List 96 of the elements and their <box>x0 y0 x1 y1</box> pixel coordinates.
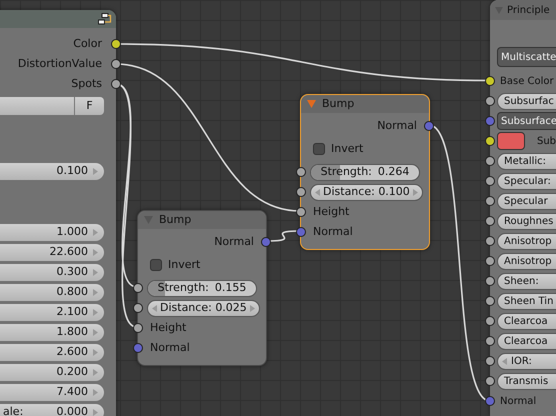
number-field[interactable]: IOR: <box>497 352 556 370</box>
node-socket[interactable] <box>485 156 495 166</box>
input-label: Normal <box>150 340 190 356</box>
dropdown[interactable]: Multiscatte <box>497 47 556 67</box>
number-field[interactable]: 0.100 <box>0 162 104 180</box>
node-socket[interactable] <box>485 276 495 286</box>
node-socket[interactable] <box>485 356 495 366</box>
right-arrow-icon <box>412 188 418 196</box>
node-socket[interactable] <box>485 376 495 386</box>
checkbox[interactable] <box>313 143 325 155</box>
node-socket[interactable] <box>261 237 271 247</box>
slider-field[interactable]: Subsurfac <box>497 92 556 110</box>
input-label: Normal <box>499 394 536 408</box>
node-group-icon <box>98 13 112 25</box>
node-socket[interactable] <box>485 116 495 126</box>
output-label: Normal <box>214 234 254 250</box>
number-field[interactable]: 0.300 <box>0 264 104 280</box>
node-socket[interactable] <box>133 283 143 293</box>
vector-field[interactable]: Subsurface <box>497 112 556 130</box>
slider-field[interactable]: Anisotrop <box>497 252 556 270</box>
output-label: Spots <box>71 76 102 92</box>
number-field[interactable]: 1.800 <box>0 324 104 340</box>
number-field[interactable]: 1.000 <box>0 224 104 240</box>
strength-slider[interactable]: Strength: 0.264 <box>310 164 420 180</box>
number-field[interactable]: 0.800 <box>0 284 104 300</box>
right-arrow-icon <box>93 408 98 416</box>
slider-field[interactable]: Clearcoa <box>497 332 556 350</box>
node-socket[interactable] <box>133 343 143 353</box>
right-arrow-icon <box>250 304 255 312</box>
node-socket[interactable] <box>485 316 495 326</box>
slider-field[interactable]: Clearcoa <box>497 312 556 330</box>
node-socket[interactable] <box>424 121 434 131</box>
slider-field[interactable]: Sheen Tin <box>497 292 556 310</box>
distance-field[interactable]: Distance: 0.100 <box>310 184 423 200</box>
slider-field[interactable]: Sheen: <box>497 272 556 290</box>
node-socket[interactable] <box>296 167 306 177</box>
input-label: Base Color <box>499 74 554 88</box>
color-swatch[interactable] <box>497 132 525 150</box>
right-arrow-icon <box>93 288 98 296</box>
right-arrow-icon <box>93 268 98 276</box>
checkbox-label: Invert <box>168 256 200 273</box>
output-label: Normal <box>377 118 417 134</box>
slider-field[interactable]: Specular: <box>497 172 556 190</box>
output-label: DistortionValue <box>18 56 102 72</box>
checkbox[interactable] <box>150 259 162 271</box>
node-socket[interactable] <box>485 396 495 406</box>
checkbox-label: Invert <box>331 140 364 157</box>
node-socket[interactable] <box>485 176 495 186</box>
right-arrow-icon <box>93 368 98 376</box>
number-field[interactable]: 2.600 <box>0 344 104 360</box>
strength-slider[interactable]: Strength: 0.155 <box>147 280 257 296</box>
right-arrow-icon <box>93 388 98 396</box>
node-socket[interactable] <box>296 207 306 217</box>
node-socket[interactable] <box>485 196 495 206</box>
input-label: Height <box>313 204 350 220</box>
node-socket[interactable] <box>133 323 143 333</box>
right-arrow-icon <box>93 348 98 356</box>
number-field[interactable]: 2.100 <box>0 304 104 320</box>
output-label: Color <box>73 36 102 52</box>
node-socket[interactable] <box>296 227 306 237</box>
number-field[interactable]: 22.600 <box>0 244 104 260</box>
input-label: Height <box>150 320 186 336</box>
node-socket[interactable] <box>111 79 121 89</box>
input-label: Normal <box>313 224 353 240</box>
node-socket[interactable] <box>485 296 495 306</box>
text-field[interactable] <box>0 97 74 115</box>
right-arrow-icon <box>93 328 98 336</box>
left-arrow-icon <box>152 304 157 312</box>
node-socket[interactable] <box>133 303 143 313</box>
node-socket[interactable] <box>485 96 495 106</box>
node-socket[interactable] <box>111 59 121 69</box>
node-socket[interactable] <box>111 39 121 49</box>
number-field[interactable]: ale: 0.000 <box>0 404 104 416</box>
input-label: Sub <box>537 134 556 148</box>
node-socket[interactable] <box>485 216 495 226</box>
slider-field[interactable]: Transmis <box>497 372 556 390</box>
slider-field[interactable]: Roughnes <box>497 212 556 230</box>
right-arrow-icon <box>93 168 98 174</box>
number-field[interactable]: 7.400 <box>0 384 104 400</box>
number-field[interactable]: 0.200 <box>0 364 104 380</box>
left-arrow-icon <box>315 188 320 196</box>
right-arrow-icon <box>93 228 98 236</box>
slider-field[interactable]: Specular <box>497 192 556 210</box>
node-socket[interactable] <box>485 76 495 86</box>
node-socket[interactable] <box>485 136 495 146</box>
right-arrow-icon <box>93 248 98 256</box>
fake-user-button[interactable]: F <box>74 97 104 115</box>
node-socket[interactable] <box>485 336 495 346</box>
distance-field[interactable]: Distance: 0.025 <box>147 300 260 316</box>
node-socket[interactable] <box>485 236 495 246</box>
right-arrow-icon <box>93 308 98 316</box>
node-socket[interactable] <box>485 256 495 266</box>
left-arrow-icon <box>502 358 507 364</box>
slider-field[interactable]: Anisotrop <box>497 232 556 250</box>
node-socket[interactable] <box>296 187 306 197</box>
slider-field[interactable]: Metallic: <box>497 152 556 170</box>
